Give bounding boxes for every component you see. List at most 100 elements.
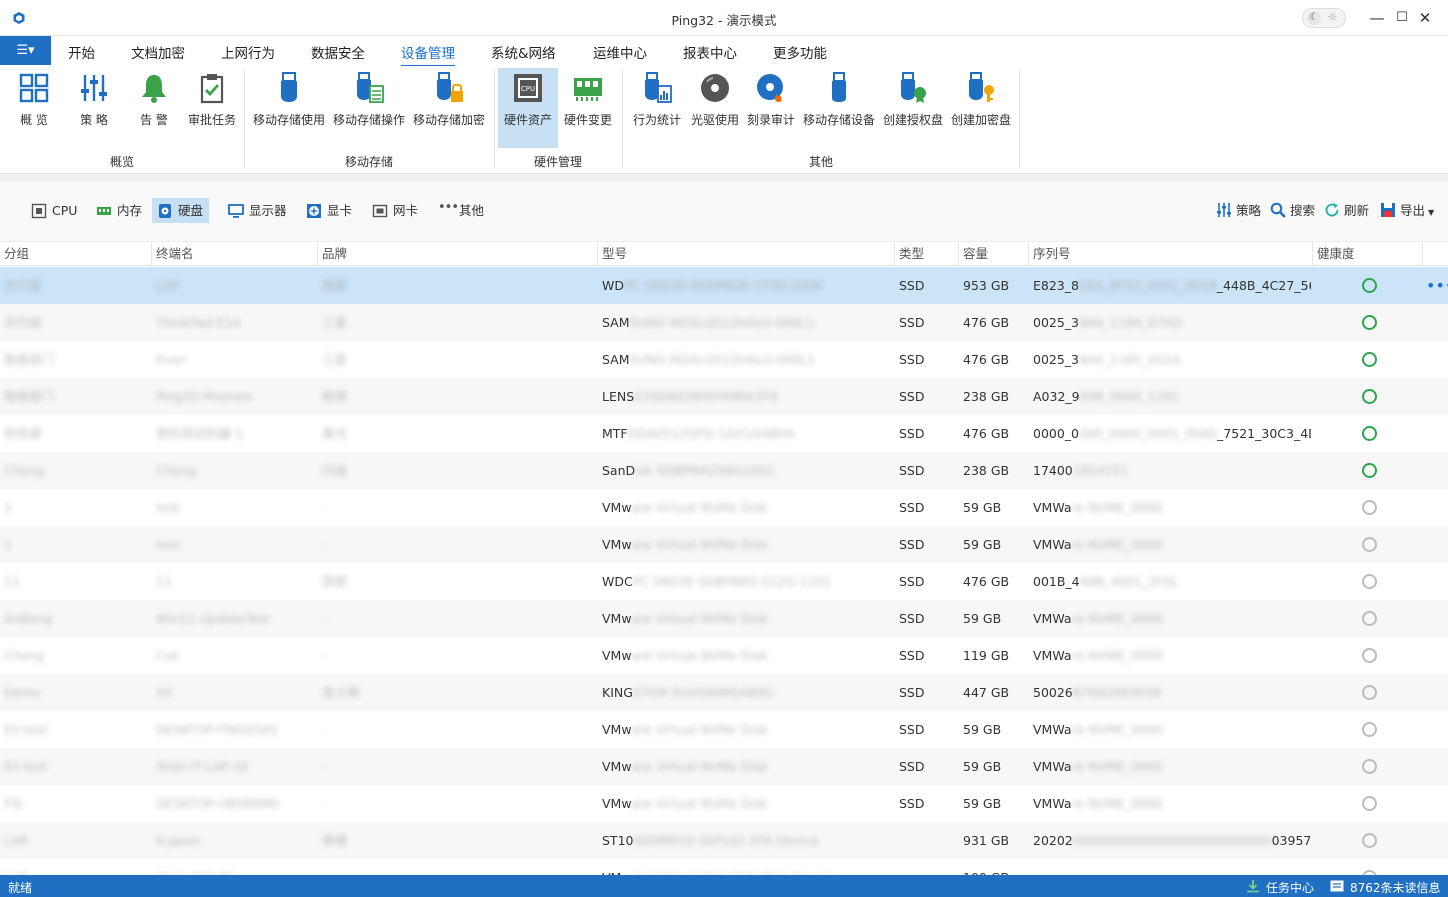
overview-button[interactable]: 概 览 — [8, 68, 60, 148]
title-bar: Ping32 - 演示模式 ☾ ☼ — ☐ ✕ — [0, 0, 1448, 36]
table-row[interactable]: 智能部门 Ping32-Phoneix 联想 LENSE2SD602WSFM9RA3T… — [0, 378, 1448, 415]
cell-terminal: K-Jason — [156, 833, 202, 848]
table-row[interactable]: LGP jibao-220-PC- VMware Virtual disk SCSI… — [0, 859, 1448, 875]
theme-toggle[interactable]: ☾ ☼ — [1302, 8, 1346, 28]
menu-start[interactable]: 开始 — [68, 42, 95, 62]
menu-doc-encrypt[interactable]: 文档加密 — [131, 42, 185, 62]
more-dots-icon: ••• — [438, 200, 459, 215]
approval-task-button[interactable]: 审批任务 — [184, 68, 240, 148]
table-row[interactable]: Cheng Cse - VMware Virtual NVMe Disk SSD 119 … — [0, 637, 1448, 674]
subtab-nic[interactable]: 网卡 — [367, 198, 424, 223]
serial-redacted-text: 998_0000_1201 — [1079, 389, 1180, 404]
refresh-action[interactable]: 刷新 — [1324, 198, 1369, 223]
alert-button[interactable]: 告 警 — [128, 68, 180, 148]
policy-action[interactable]: 策略 — [1216, 198, 1261, 223]
maximize-button[interactable]: ☐ — [1392, 8, 1412, 28]
table-row[interactable]: 天行组 ThinkPad E14 三星 SAMSUNG MZALQ512HALU-00… — [0, 304, 1448, 341]
cpu-icon — [31, 203, 47, 219]
table-row[interactable]: Demo XX 金士顿 KINGSTON SUV500MS480G SSD 447 GB 5… — [0, 674, 1448, 711]
model-redacted-text: are Virtual NVMe Disk — [631, 796, 768, 811]
usb-encrypt-button[interactable]: 移动存储加密 — [410, 68, 488, 148]
cell-terminal: Cheng — [156, 463, 197, 478]
minimize-button[interactable]: — — [1367, 8, 1387, 28]
usb-usage-button[interactable]: 移动存储使用 — [250, 68, 328, 148]
menu-device-management[interactable]: 设备管理 — [401, 42, 455, 67]
model-redacted-text: DDAV512QFD-1AX1AABHA — [627, 426, 795, 441]
row-more-icon[interactable]: ••• — [1426, 276, 1448, 295]
unread-messages-label: 8762条未读信息 — [1350, 881, 1441, 895]
subtab-monitor[interactable]: 显示器 — [223, 198, 293, 223]
menu-more[interactable]: 更多功能 — [773, 42, 827, 62]
table-row[interactable]: 天行组 LAP 西部 WDPC SN530 SDAPNQE-1T00-1006 SSD 9… — [0, 267, 1448, 304]
table-row[interactable]: 1 test - VMware Virtual NVMe Disk SSD 59 GB VM… — [0, 489, 1448, 526]
subtab-other[interactable]: ••• 其他 — [433, 198, 490, 223]
create-encrypt-disk-button[interactable]: 创建加密盘 — [948, 68, 1014, 148]
cell-cap: 953 GB — [963, 278, 1010, 293]
table-row[interactable]: Cheng Cheng 闪迪 SanDisk SDBPMA256G1001 SSD 238… — [0, 452, 1448, 489]
cell-brand: - — [322, 611, 327, 626]
usb-encrypt-label: 移动存储加密 — [412, 113, 485, 127]
task-center-link[interactable]: 任务中心 — [1246, 879, 1314, 896]
close-button[interactable]: ✕ — [1415, 8, 1435, 28]
menu-report-center[interactable]: 报表中心 — [683, 42, 737, 62]
table-row[interactable]: Eli-test Shiki-IT-LAP-10 - VMware Virtual N… — [0, 748, 1448, 785]
policy-button[interactable]: 策 略 — [68, 68, 120, 148]
menu-system-network[interactable]: 系统&网络 — [491, 42, 556, 62]
model-redacted-text: are Virtual NVMe Disk — [631, 759, 768, 774]
menu-data-security[interactable]: 数据安全 — [311, 42, 365, 62]
subtab-memory-label: 内存 — [117, 203, 143, 218]
table-row[interactable]: Eli-test DESKTOP-FNGQ565 - VMware Virtual N… — [0, 711, 1448, 748]
usb-operation-button[interactable]: 移动存储操作 — [330, 68, 408, 148]
table-row[interactable]: 11 11 西部 WDCPC SN530 SDBPNPZ-512G-1101 SSD 47… — [0, 563, 1448, 600]
table-row[interactable]: LXR K-Jason 希捷 ST1000DM010-2EP102 ATA Devic… — [0, 822, 1448, 859]
cell-group: 财务部 — [4, 426, 42, 441]
serial-suffix-text: _7521_30C3_4D5F. — [1217, 426, 1311, 441]
table-row[interactable]: AnBeng Win11-UpdateTest - VMware Virtual NV… — [0, 600, 1448, 637]
subtab-cpu[interactable]: CPU — [26, 198, 83, 223]
subtab-memory[interactable]: 内存 — [91, 198, 148, 223]
cell-brand: 闪迪 — [322, 463, 348, 478]
column-header-brand[interactable]: 品牌 — [318, 242, 598, 266]
serial-prefix-text: 001B_4 — [1033, 574, 1080, 589]
export-action[interactable]: 导出 ▼ — [1380, 198, 1434, 223]
subtab-gpu[interactable]: 显卡 — [301, 198, 358, 223]
table-row[interactable]: 智能部门 Fiver 三星 SAMSUNG MZALQ512HALU-000L1 SSD… — [0, 341, 1448, 378]
unread-messages-link[interactable]: 8762条未读信息 — [1330, 879, 1441, 896]
table-row[interactable]: 1 test - VMware Virtual NVMe Disk SSD 59 GB VM… — [0, 526, 1448, 563]
column-header-group[interactable]: 分组 — [0, 242, 152, 266]
menu-ops-center[interactable]: 运维中心 — [593, 42, 647, 62]
serial-redacted-text: 000_0000_0001_0040 — [1079, 426, 1218, 441]
behavior-stats-button[interactable]: 行为统计 — [628, 68, 686, 148]
hardware-change-button[interactable]: 硬件变更 — [560, 68, 616, 148]
serial-prefix-text: 50026 — [1033, 685, 1073, 700]
cell-group: 11 — [4, 574, 20, 589]
hardware-assets-button[interactable]: CPU 硬件资产 — [498, 68, 558, 148]
column-header-type[interactable]: 类型 — [895, 242, 959, 266]
burn-audit-button[interactable]: 刻录审计 — [744, 68, 798, 148]
create-auth-disk-button[interactable]: 创建授权盘 — [880, 68, 946, 148]
app-menu-button[interactable]: ☰▾ — [0, 36, 51, 65]
column-header-health[interactable]: 健康度 — [1313, 242, 1423, 266]
column-header-serial[interactable]: 序列号 — [1029, 242, 1313, 266]
column-header-terminal[interactable]: 终端名 — [152, 242, 318, 266]
cell-group: AnBeng — [4, 611, 53, 626]
cell-model: LENSE2SD602WSFM9RA3T6 — [602, 378, 892, 415]
optical-drive-button[interactable]: 光驱使用 — [688, 68, 742, 148]
model-visible-text: ST10 — [602, 833, 634, 848]
column-header-capacity[interactable]: 容量 — [959, 242, 1029, 266]
subtab-disk[interactable]: 硬盘 — [152, 198, 210, 223]
cell-group: FIS — [4, 796, 23, 811]
overview-label: 概 览 — [20, 113, 48, 127]
memory-icon — [97, 207, 111, 215]
table-row[interactable]: FIS DESKTOP-UBSRRM0 - VMware Virtual NVMe D… — [0, 785, 1448, 822]
menu-web-behavior[interactable]: 上网行为 — [221, 42, 275, 62]
column-header-model[interactable]: 型号 — [598, 242, 895, 266]
model-redacted-text: are Virtual NVMe Disk — [631, 537, 768, 552]
search-action[interactable]: 搜索 — [1270, 198, 1315, 223]
cell-brand: - — [322, 500, 327, 515]
health-status-icon — [1362, 611, 1377, 626]
model-redacted-text: are Virtual NVMe Disk — [631, 611, 768, 626]
usb-devices-button[interactable]: 移动存储设备 — [800, 68, 878, 148]
table-row[interactable]: 财务部 思科测试机器-1 美光 MTFDDAV512QFD-1AX1AABHA SSD 4… — [0, 415, 1448, 452]
cell-cap: 119 GB — [963, 648, 1010, 663]
